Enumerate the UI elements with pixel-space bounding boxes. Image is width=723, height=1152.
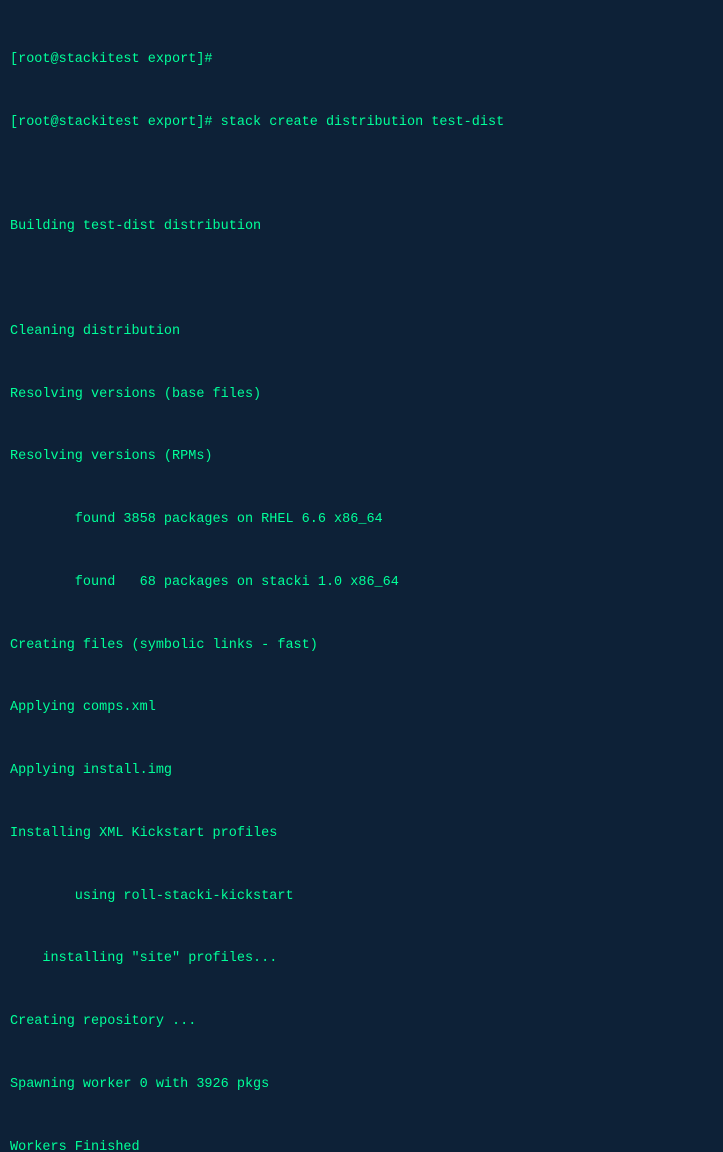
terminal-line-8: Resolving versions (RPMs) — [10, 447, 713, 468]
terminal-window: [root@stackitest export]# [root@stackite… — [10, 8, 713, 568]
terminal-line-11: Creating files (symbolic links - fast) — [10, 636, 713, 657]
terminal-line-18: Spawning worker 0 with 3926 pkgs — [10, 1075, 713, 1096]
terminal-line-17: Creating repository ... — [10, 1012, 713, 1033]
terminal-line-14: Installing XML Kickstart profiles — [10, 824, 713, 845]
terminal-line-9: found 3858 packages on RHEL 6.6 x86_64 — [10, 510, 713, 531]
terminal-line-19: Workers Finished — [10, 1138, 713, 1152]
terminal-line-12: Applying comps.xml — [10, 698, 713, 719]
terminal-line-7: Resolving versions (base files) — [10, 385, 713, 406]
terminal-line-10: found 68 packages on stacki 1.0 x86_64 — [10, 573, 713, 594]
terminal-line-16: installing "site" profiles... — [10, 949, 713, 970]
terminal-line-15: using roll-stacki-kickstart — [10, 887, 713, 908]
terminal-line-6: Cleaning distribution — [10, 322, 713, 343]
terminal-line-4: Building test-dist distribution — [10, 217, 713, 238]
terminal-line-1: [root@stackitest export]# — [10, 50, 713, 71]
terminal-line-2: [root@stackitest export]# stack create d… — [10, 113, 713, 134]
terminal-line-13: Applying install.img — [10, 761, 713, 782]
